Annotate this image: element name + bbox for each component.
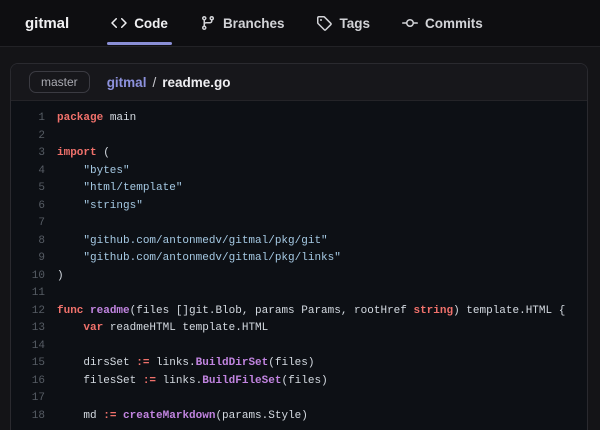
code-text: package main	[57, 112, 136, 124]
line-number: 8	[11, 233, 57, 251]
line-number: 9	[11, 250, 57, 268]
code-text: func readme(files []git.Blob, params Par…	[57, 305, 565, 317]
code-line: 17	[11, 390, 587, 408]
line-number: 7	[11, 215, 57, 233]
top-nav: gitmal Code Branches Tags Commits	[0, 0, 600, 47]
code-line: 4 "bytes"	[11, 163, 587, 181]
file-card: master gitmal / readme.go 1package main2…	[10, 63, 588, 430]
line-number: 12	[11, 303, 57, 321]
tab-tags[interactable]: Tags	[300, 0, 386, 46]
tab-branches-label: Branches	[223, 16, 285, 31]
breadcrumb-repo-link[interactable]: gitmal	[107, 75, 147, 90]
line-number: 2	[11, 128, 57, 146]
nav-tabs: Code Branches Tags Commits	[95, 0, 499, 46]
line-number: 4	[11, 163, 57, 181]
code-line: 2	[11, 128, 587, 146]
code-text: "strings"	[57, 200, 143, 212]
breadcrumb-filename: readme.go	[162, 75, 230, 90]
code-text: var readmeHTML template.HTML	[57, 322, 268, 334]
breadcrumb: gitmal / readme.go	[107, 75, 231, 90]
code-line: 10)	[11, 268, 587, 286]
code-text: "github.com/antonmedv/gitmal/pkg/git"	[57, 235, 328, 247]
code-line: 9 "github.com/antonmedv/gitmal/pkg/links…	[11, 250, 587, 268]
line-number: 10	[11, 268, 57, 286]
code-line: 7	[11, 215, 587, 233]
code-text: import (	[57, 147, 110, 159]
code-line: 16 filesSet := links.BuildFileSet(files)	[11, 373, 587, 391]
tab-code[interactable]: Code	[95, 0, 184, 46]
code-line: 18 md := createMarkdown(params.Style)	[11, 408, 587, 426]
code-line: 3import (	[11, 145, 587, 163]
tab-code-label: Code	[134, 16, 168, 31]
code-line: 15 dirsSet := links.BuildDirSet(files)	[11, 355, 587, 373]
code-text: )	[57, 270, 64, 282]
line-number: 11	[11, 285, 57, 303]
code-line: 11	[11, 285, 587, 303]
line-number: 17	[11, 390, 57, 408]
line-number: 3	[11, 145, 57, 163]
code-line: 14	[11, 338, 587, 356]
code-text: dirsSet := links.BuildDirSet(files)	[57, 357, 314, 369]
git-commit-icon	[402, 15, 418, 31]
tab-commits-label: Commits	[425, 16, 483, 31]
code-line: 1package main	[11, 110, 587, 128]
git-branch-icon	[200, 15, 216, 31]
code-icon	[111, 15, 127, 31]
code-line: 13 var readmeHTML template.HTML	[11, 320, 587, 338]
line-number: 6	[11, 198, 57, 216]
code-text: "html/template"	[57, 182, 182, 194]
code-line: 6 "strings"	[11, 198, 587, 216]
code-text: md := createMarkdown(params.Style)	[57, 410, 308, 422]
code-line: 8 "github.com/antonmedv/gitmal/pkg/git"	[11, 233, 587, 251]
branch-badge[interactable]: master	[29, 71, 90, 93]
tab-branches[interactable]: Branches	[184, 0, 301, 46]
code-scroll-area[interactable]: 1package main23import (4 "bytes"5 "html/…	[11, 101, 587, 430]
breadcrumb-separator: /	[152, 75, 156, 90]
code-lines: 1package main23import (4 "bytes"5 "html/…	[11, 110, 587, 425]
line-number: 5	[11, 180, 57, 198]
code-text: "bytes"	[57, 165, 130, 177]
code-line: 5 "html/template"	[11, 180, 587, 198]
tab-tags-label: Tags	[339, 16, 370, 31]
line-number: 15	[11, 355, 57, 373]
line-number: 16	[11, 373, 57, 391]
code-line: 12func readme(files []git.Blob, params P…	[11, 303, 587, 321]
line-number: 13	[11, 320, 57, 338]
line-number: 1	[11, 110, 57, 128]
tab-commits[interactable]: Commits	[386, 0, 499, 46]
tag-icon	[316, 15, 332, 31]
line-number: 14	[11, 338, 57, 356]
line-number: 18	[11, 408, 57, 426]
code-text: "github.com/antonmedv/gitmal/pkg/links"	[57, 252, 341, 264]
app-title[interactable]: gitmal	[25, 15, 69, 32]
file-card-header: master gitmal / readme.go	[11, 64, 587, 101]
code-text: filesSet := links.BuildFileSet(files)	[57, 375, 328, 387]
